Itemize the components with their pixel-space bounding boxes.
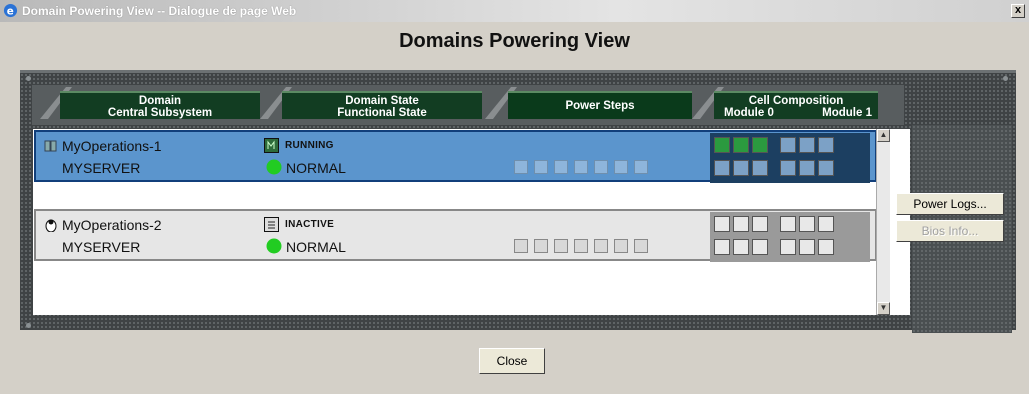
tab-domain[interactable]: Domain Central Subsystem (60, 91, 260, 119)
power-step-icon (574, 160, 588, 174)
inactive-state-icon (264, 217, 279, 232)
svg-text:e: e (7, 5, 14, 17)
running-state-icon (264, 138, 279, 153)
cell-composition-grid (710, 133, 870, 183)
tab-power-steps-label: Power Steps (565, 100, 635, 112)
functional-state: NORMAL (286, 160, 346, 176)
cell-module-icon[interactable] (799, 160, 815, 176)
cell-module-icon[interactable] (714, 239, 730, 255)
power-steps-icons (514, 160, 654, 176)
tab-domain-line2: Central Subsystem (107, 107, 213, 119)
page-title: Domains Powering View (399, 30, 630, 52)
power-step-icon (534, 160, 548, 174)
cell-composition-grid (710, 212, 870, 262)
power-step-icon (634, 239, 648, 253)
tab-module-0-label: Module 0 (724, 107, 774, 119)
window-title: Domain Powering View -- Dialogue de page… (22, 4, 297, 18)
tab-domain-state-line2: Functional State (337, 107, 427, 119)
list-scrollbar[interactable]: ▲ ▼ (876, 129, 890, 315)
cell-module-icon[interactable] (714, 137, 730, 153)
central-subsystem: MYSERVER (62, 239, 141, 255)
domain-row[interactable]: MyOperations-2 MYSERVER INACTIVE NORMAL (34, 209, 877, 262)
cell-module-icon[interactable] (799, 216, 815, 232)
cell-module-icon[interactable] (752, 160, 768, 176)
power-step-icon (554, 239, 568, 253)
domain-state: INACTIVE (285, 219, 335, 230)
cell-module-icon[interactable] (799, 137, 815, 153)
close-button[interactable]: Close (479, 348, 545, 374)
scroll-down-icon[interactable]: ▼ (877, 302, 890, 315)
power-logs-button[interactable]: Power Logs... (896, 193, 1004, 215)
frame-bolt (26, 323, 31, 328)
window-close-button[interactable]: x (1011, 4, 1025, 18)
central-subsystem: MYSERVER (62, 160, 141, 176)
cell-module-icon[interactable] (780, 160, 796, 176)
tab-cell-composition-line1: Cell Composition (748, 95, 844, 107)
power-steps-icons (514, 239, 654, 255)
cell-module-icon[interactable] (733, 239, 749, 255)
cell-module-icon[interactable] (714, 216, 730, 232)
status-ok-icon (266, 238, 282, 254)
cell-module-icon[interactable] (818, 239, 834, 255)
cell-module-icon[interactable] (818, 137, 834, 153)
tab-domain-state[interactable]: Domain State Functional State (282, 91, 482, 119)
cell-module-icon[interactable] (714, 160, 730, 176)
cell-module-icon[interactable] (733, 216, 749, 232)
power-step-icon (614, 239, 628, 253)
cell-module-icon[interactable] (780, 216, 796, 232)
cell-module-icon[interactable] (733, 137, 749, 153)
bios-info-button[interactable]: Bios Info... (896, 220, 1004, 242)
power-step-icon (554, 160, 568, 174)
power-step-icon (514, 239, 528, 253)
tab-domain-state-line1: Domain State (345, 95, 419, 107)
cell-module-icon[interactable] (752, 137, 768, 153)
power-step-icon (594, 160, 608, 174)
server-icon (44, 140, 57, 152)
domains-frame: Domain Central Subsystem Domain State Fu… (20, 70, 1016, 333)
tab-domain-line1: Domain (138, 95, 182, 107)
power-step-icon (634, 160, 648, 174)
cell-module-icon[interactable] (818, 216, 834, 232)
internet-explorer-icon: e (3, 3, 18, 17)
cell-module-icon[interactable] (780, 137, 796, 153)
domains-list: MyOperations-1 MYSERVER RUNNING NORMAL M… (33, 129, 910, 315)
domain-name: MyOperations-2 (62, 217, 162, 233)
cell-module-icon[interactable] (752, 216, 768, 232)
cell-module-icon[interactable] (780, 239, 796, 255)
cell-module-icon[interactable] (752, 239, 768, 255)
power-step-icon (594, 239, 608, 253)
domain-name: MyOperations-1 (62, 138, 162, 154)
power-step-icon (534, 239, 548, 253)
functional-state: NORMAL (286, 239, 346, 255)
cell-module-icon[interactable] (799, 239, 815, 255)
tab-cell-composition[interactable]: Cell Composition Module 0 Module 1 (714, 91, 878, 119)
frame-bolt (26, 76, 31, 81)
domain-state: RUNNING (285, 140, 334, 151)
status-ok-icon (266, 159, 282, 175)
scroll-up-icon[interactable]: ▲ (877, 129, 890, 142)
tab-power-steps[interactable]: Power Steps (508, 91, 692, 119)
window-titlebar: e Domain Powering View -- Dialogue de pa… (0, 0, 1029, 22)
cell-module-icon[interactable] (733, 160, 749, 176)
frame-bolt (1003, 76, 1008, 81)
domain-row[interactable]: MyOperations-1 MYSERVER RUNNING NORMAL (34, 130, 877, 183)
power-step-icon (574, 239, 588, 253)
tab-module-1-label: Module 1 (822, 107, 872, 119)
power-step-icon (514, 160, 528, 174)
cell-module-icon[interactable] (818, 160, 834, 176)
power-step-icon (614, 160, 628, 174)
linux-penguin-icon (45, 219, 57, 232)
